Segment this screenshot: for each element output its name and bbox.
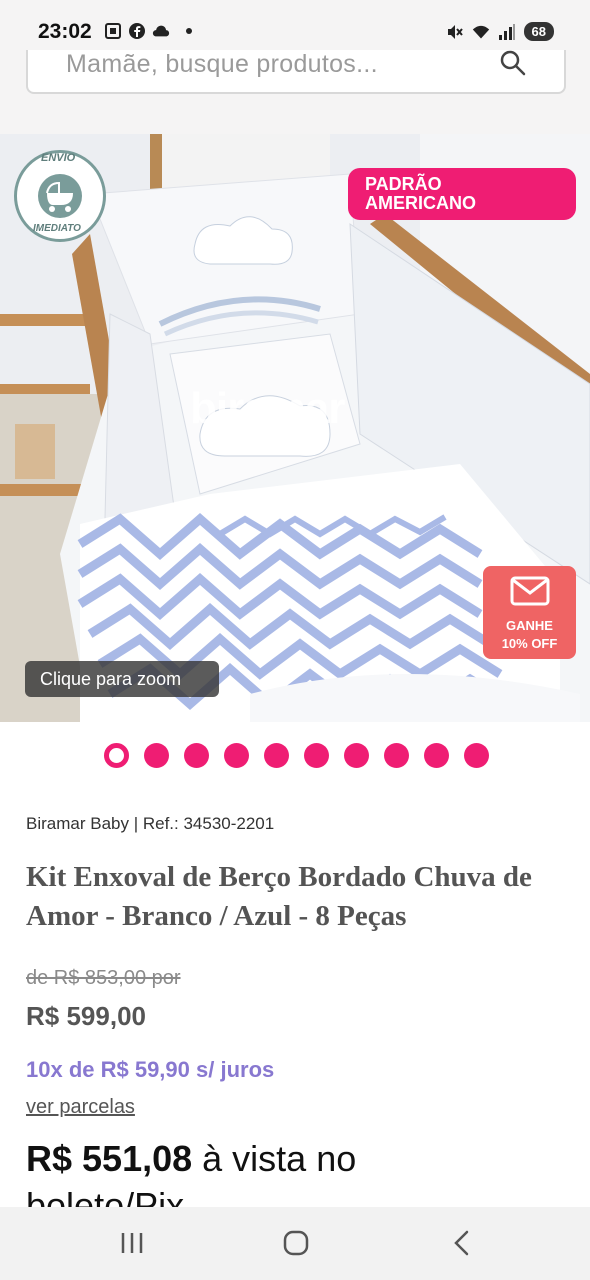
recent-apps-icon[interactable] [112,1225,152,1261]
current-price: R$ 599,00 [26,1001,146,1031]
status-time: 23:02 [38,20,92,43]
carousel-dot[interactable] [104,743,129,768]
carousel-dot[interactable] [344,743,369,768]
status-right-icons: 68 [446,22,554,41]
carousel-dots [104,743,489,768]
envelope-icon [510,576,550,606]
cloud-icon [152,22,170,40]
home-icon[interactable] [276,1225,316,1261]
watermark: biramar baby & kids [190,384,345,449]
system-nav-bar [0,1207,590,1280]
zoom-button[interactable]: Clique para zoom [25,661,219,697]
signal-icon [498,23,516,41]
cash-price-method: boleto/Pix [26,1185,185,1208]
cash-price-line: R$ 551,08 à vista no [26,1138,356,1180]
envio-imediato-badge: ENVIO IMEDIATO [14,150,106,242]
installments-info: 10x de R$ 59,90 s/ juros [26,1057,275,1082]
cash-price: R$ 551,08 [26,1138,193,1179]
padrao-line2: AMERICANO [365,193,476,213]
carousel-dot[interactable] [464,743,489,768]
old-price: de R$ 853,00 por [26,967,181,989]
discount-offer-button[interactable]: GANHE 10% OFF [483,566,576,659]
carousel-dot[interactable] [264,743,289,768]
wifi-icon [472,23,490,41]
back-icon[interactable] [442,1225,482,1261]
product-image[interactable]: ENVIO IMEDIATO PADRÃO AMERICANO biramar … [0,134,590,722]
padrao-americano-badge: PADRÃO AMERICANO [348,168,576,220]
carousel-dot[interactable] [304,743,329,768]
carousel-dot[interactable] [224,743,249,768]
carousel-dot[interactable] [184,743,209,768]
brand-reference: Biramar Baby | Ref.: 34530-2201 [26,814,275,833]
watermark-logo: biramar [190,384,345,433]
search-bar-container: Mamãe, busque produtos... [0,50,590,134]
search-icon[interactable] [498,48,528,78]
status-left-icons [104,22,192,40]
mute-icon [446,23,464,41]
facebook-icon [128,22,146,40]
search-placeholder: Mamãe, busque produtos... [66,50,378,78]
carousel-dot[interactable] [424,743,449,768]
envio-badge-top-text: ENVIO [41,152,76,164]
carousel-dot[interactable] [384,743,409,768]
notification-dot [186,28,192,34]
carousel-dot[interactable] [144,743,169,768]
search-input[interactable]: Mamãe, busque produtos... [26,50,566,94]
battery-indicator: 68 [523,22,554,41]
screenshot-icon [104,22,122,40]
envio-badge-bottom-text: IMEDIATO [33,223,81,234]
cash-price-suffix: à vista no [192,1138,357,1179]
ganhe-line2: 10% OFF [501,636,558,651]
ver-parcelas-link[interactable]: ver parcelas [26,1096,135,1119]
padrao-line1: PADRÃO [365,174,442,194]
ganhe-line1: GANHE [506,618,553,633]
product-title: Kit Enxoval de Berço Bordado Chuva de Am… [26,861,532,932]
